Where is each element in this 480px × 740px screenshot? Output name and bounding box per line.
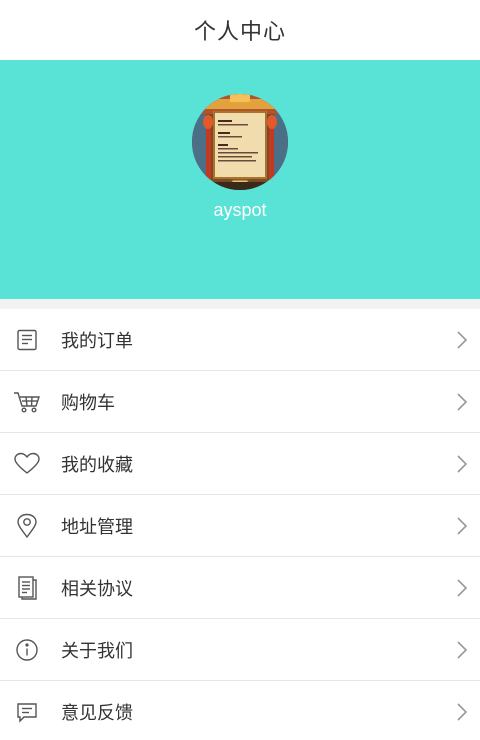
menu-list: 我的订单 购物车 我的收藏 地址管理 相关协议 关于我们 意见反馈 xyxy=(0,309,480,740)
page-title: 个人中心 xyxy=(193,20,286,45)
menu-item-cart[interactable]: 购物车 xyxy=(0,371,480,433)
menu-item-label: 我的订单 xyxy=(61,330,133,352)
avatar[interactable] xyxy=(192,94,288,190)
heart-icon xyxy=(13,450,41,478)
menu-item-label: 我的收藏 xyxy=(61,454,133,476)
chevron-right-icon xyxy=(457,516,468,535)
menu-item-label: 关于我们 xyxy=(61,640,133,662)
menu-item-label: 地址管理 xyxy=(61,516,133,538)
location-pin-icon xyxy=(13,512,41,540)
chevron-right-icon xyxy=(457,392,468,411)
menu-item-about[interactable]: 关于我们 xyxy=(0,619,480,681)
menu-item-label: 意见反馈 xyxy=(61,702,133,724)
chevron-right-icon xyxy=(457,454,468,473)
menu-item-label: 相关协议 xyxy=(61,578,133,600)
menu-item-orders[interactable]: 我的订单 xyxy=(0,309,480,371)
section-divider xyxy=(0,299,480,309)
menu-item-feedback[interactable]: 意见反馈 xyxy=(0,681,480,740)
menu-item-label: 购物车 xyxy=(61,392,115,414)
chevron-right-icon xyxy=(457,640,468,659)
menu-item-agreements[interactable]: 相关协议 xyxy=(0,557,480,619)
chevron-right-icon xyxy=(457,578,468,597)
menu-item-address[interactable]: 地址管理 xyxy=(0,495,480,557)
info-icon xyxy=(13,636,41,664)
order-list-icon xyxy=(13,326,41,354)
shopping-cart-icon xyxy=(13,388,41,416)
document-icon xyxy=(13,574,41,602)
chevron-right-icon xyxy=(457,330,468,349)
menu-item-favorites[interactable]: 我的收藏 xyxy=(0,433,480,495)
chevron-right-icon xyxy=(457,702,468,721)
profile-header: ayspot xyxy=(0,60,480,299)
feedback-icon xyxy=(13,698,41,726)
title-bar: 个人中心 xyxy=(0,0,480,60)
username: ayspot xyxy=(213,200,267,220)
profile-page: 个人中心 ayspot 我的订单 购物车 我的收藏 地址管理 相关协议 关于我们… xyxy=(0,0,480,740)
avatar-image xyxy=(192,94,288,190)
